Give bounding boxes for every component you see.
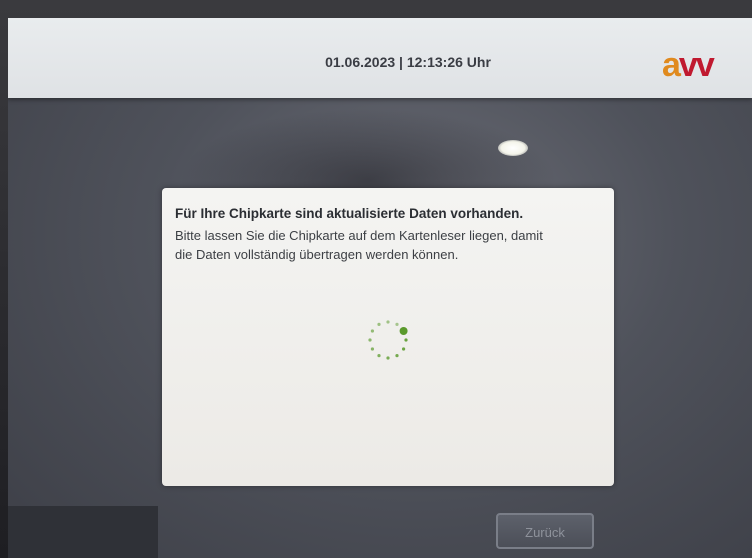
spinner-dot	[368, 338, 372, 342]
back-button[interactable]: Zurück	[496, 513, 594, 549]
spinner-dot	[399, 327, 408, 335]
dialog-message: Bitte lassen Sie die Chipkarte auf dem K…	[175, 226, 595, 264]
terminal-bezel: 01.06.2023 | 12:13:26 Uhr avv Für Ihre C…	[0, 0, 752, 558]
spinner-dot	[401, 347, 406, 351]
dialog-title: Für Ihre Chipkarte sind aktualisierte Da…	[175, 206, 524, 221]
spinner-dot	[404, 338, 408, 342]
info-dialog: Für Ihre Chipkarte sind aktualisierte Da…	[162, 188, 614, 486]
spinner-dot	[395, 322, 399, 327]
dialog-message-line1: Bitte lassen Sie die Chipkarte auf dem K…	[175, 228, 543, 243]
dialog-message-line2: die Daten vollständig übertragen werden …	[175, 247, 459, 262]
spinner-dot	[377, 353, 381, 358]
terminal-screen: 01.06.2023 | 12:13:26 Uhr avv Für Ihre C…	[8, 18, 752, 558]
spinner-dot	[377, 322, 381, 327]
spinner-dot	[370, 329, 375, 333]
spinner-dot	[395, 353, 399, 358]
bottom-left-panel	[8, 506, 158, 558]
spinner-dot	[370, 347, 375, 351]
header-bar: 01.06.2023 | 12:13:26 Uhr avv	[8, 18, 752, 98]
spinner-dot	[386, 320, 390, 324]
loading-spinner-icon	[368, 320, 408, 360]
spinner-dot	[386, 356, 390, 360]
datetime-display: 01.06.2023 | 12:13:26 Uhr	[325, 54, 491, 70]
avv-logo: avv	[662, 46, 715, 84]
light-reflection	[498, 140, 528, 156]
